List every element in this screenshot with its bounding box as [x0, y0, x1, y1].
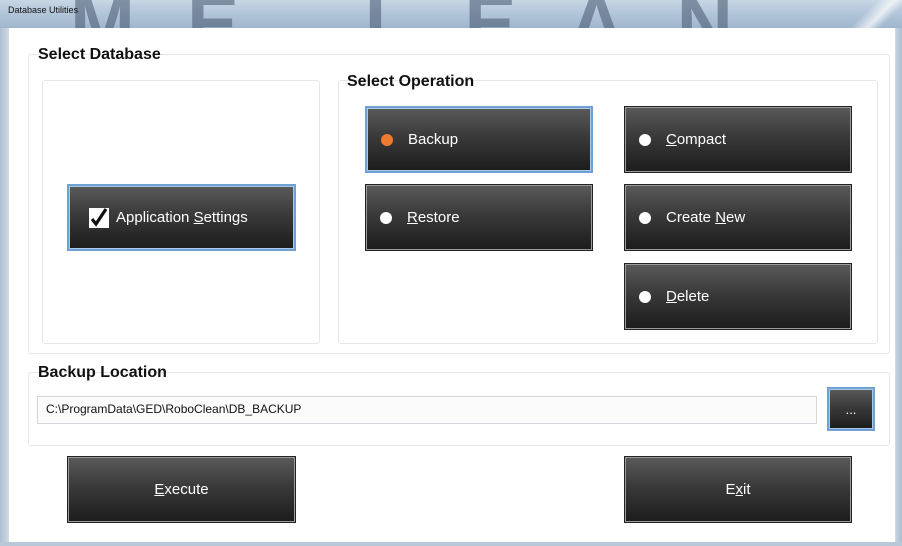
- radio-unselected-icon: [380, 211, 392, 224]
- radio-selected-icon: [381, 133, 393, 146]
- select-operation-label: Select Operation: [347, 73, 475, 90]
- delete-option-label: Delete: [666, 288, 710, 305]
- execute-button-label: Execute: [154, 481, 209, 498]
- application-settings-label: Application Settings: [116, 209, 248, 226]
- compact-option-button[interactable]: Compact: [624, 106, 852, 173]
- restore-option-label: Restore: [407, 209, 460, 226]
- select-database-label: Select Database: [38, 46, 161, 63]
- execute-button[interactable]: Execute: [67, 456, 296, 523]
- radio-unselected-icon: [639, 211, 651, 224]
- backup-path-field[interactable]: C:\ProgramData\GED\RoboClean\DB_BACKUP: [37, 396, 817, 424]
- backup-option-label: Backup: [408, 131, 459, 148]
- create-new-option-button[interactable]: Create New: [624, 184, 852, 251]
- backup-location-label: Backup Location: [38, 364, 167, 381]
- window-left-border: [0, 28, 8, 546]
- title-bar: ME LEAN Database Utilities: [0, 0, 902, 28]
- create-new-option-label: Create New: [666, 209, 746, 226]
- browse-button[interactable]: ...: [827, 387, 875, 431]
- exit-button-label: Exit: [725, 481, 751, 498]
- backup-option-button[interactable]: Backup: [365, 106, 593, 173]
- watermark-logo: ME LEAN: [70, 0, 785, 28]
- checkbox-checked-icon[interactable]: [89, 207, 109, 228]
- window-bottom-border: [0, 542, 902, 546]
- browse-button-label: ...: [845, 401, 857, 417]
- restore-option-button[interactable]: Restore: [365, 184, 593, 251]
- exit-button[interactable]: Exit: [624, 456, 852, 523]
- delete-option-button[interactable]: Delete: [624, 263, 852, 330]
- application-settings-button[interactable]: Application Settings: [67, 184, 296, 251]
- radio-unselected-icon: [639, 133, 651, 146]
- compact-option-label: Compact: [666, 131, 727, 148]
- title-bar-glare: [842, 0, 902, 28]
- radio-unselected-icon: [639, 290, 651, 303]
- window-title: Database Utilities: [8, 5, 79, 15]
